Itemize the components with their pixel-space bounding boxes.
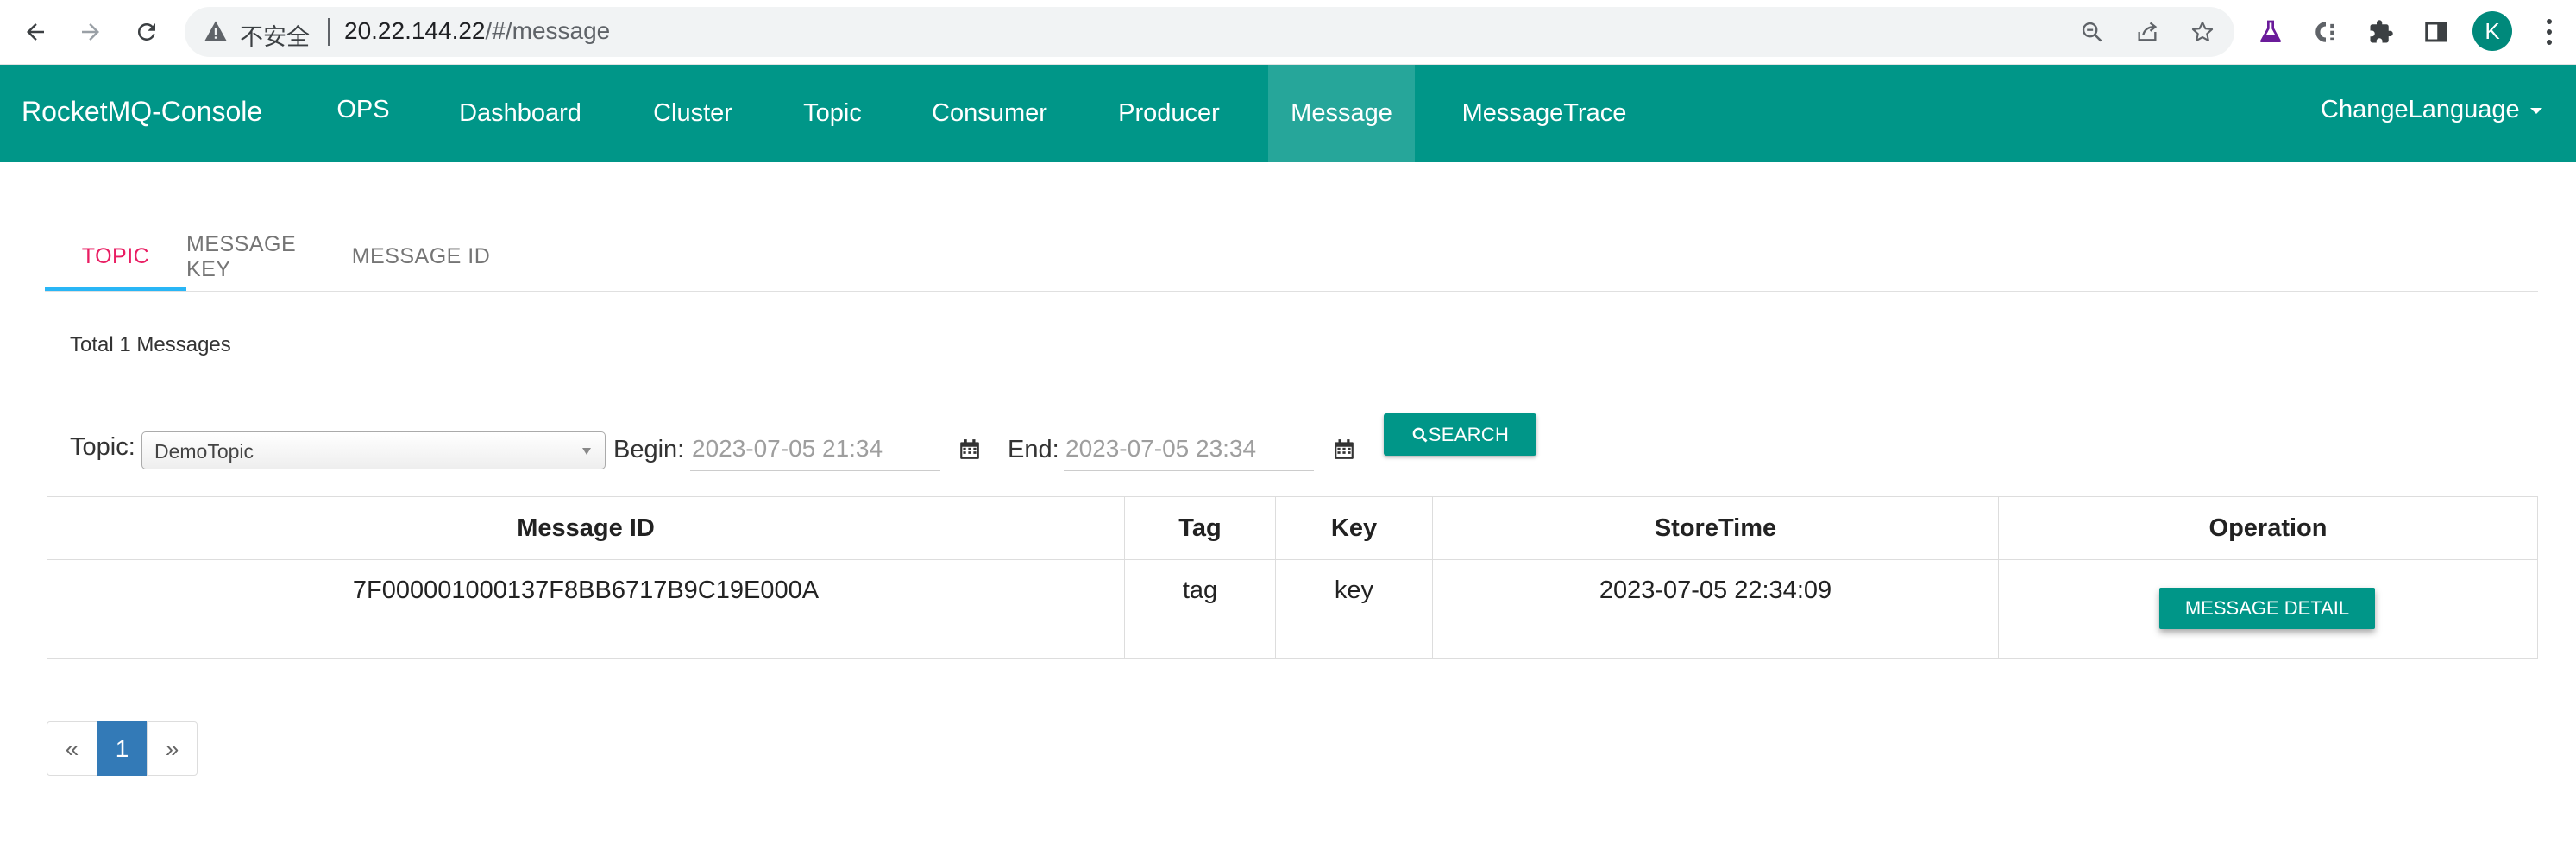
caret-down-icon [2529, 107, 2542, 114]
topic-label: Topic: [70, 433, 135, 461]
extension-c-icon[interactable] [2308, 14, 2344, 50]
nav-producer[interactable]: Producer [1097, 65, 1241, 162]
begin-calendar-icon[interactable] [958, 438, 981, 461]
message-table: Message ID Tag Key StoreTime Operation 7… [47, 496, 2538, 659]
topic-select-value: DemoTopic [154, 440, 254, 463]
end-calendar-icon[interactable] [1333, 438, 1355, 461]
pagination-prev[interactable]: « [47, 721, 97, 776]
active-tab-indicator [45, 287, 186, 291]
col-header-message-id: Message ID [517, 513, 655, 542]
cell-tag: tag [1182, 576, 1218, 604]
nav-ops[interactable]: OPS [312, 65, 414, 155]
back-icon[interactable] [16, 12, 55, 52]
browser-menu-icon[interactable] [2535, 14, 2564, 50]
cell-storetime: 2023-07-05 22:34:09 [1599, 576, 1832, 604]
message-detail-button[interactable]: MESSAGE DETAIL [2159, 588, 2375, 629]
nav-consumer[interactable]: Consumer [908, 65, 1071, 162]
col-header-storetime: StoreTime [1654, 513, 1777, 542]
url-text[interactable]: 20.22.144.22/#/message [344, 17, 610, 45]
begin-label: Begin: [613, 436, 685, 463]
address-separator [328, 18, 330, 46]
search-icon [1412, 427, 1428, 443]
brand-logo[interactable]: RocketMQ-Console [22, 96, 262, 128]
bookmark-star-icon[interactable] [2186, 16, 2219, 48]
profile-avatar[interactable]: K [2472, 11, 2512, 51]
end-label: End: [1008, 436, 1059, 463]
cell-key: key [1334, 576, 1374, 604]
change-language-dropdown[interactable]: ChangeLanguage [2321, 96, 2542, 124]
nav-cluster[interactable]: Cluster [628, 65, 757, 162]
browser-toolbar: 不安全 20.22.144.22/#/message K [0, 0, 2576, 65]
topic-select[interactable]: DemoTopic [141, 431, 606, 469]
change-language-label: ChangeLanguage [2321, 96, 2520, 123]
side-panel-icon[interactable] [2418, 14, 2454, 50]
column-divider [1998, 497, 1999, 658]
zoom-icon[interactable] [2076, 16, 2108, 48]
url-host: 20.22.144.22 [344, 17, 486, 44]
pagination: « 1 » [47, 721, 198, 776]
pagination-page[interactable]: 1 [97, 721, 148, 776]
select-arrow-icon [582, 448, 591, 455]
cell-message-id: 7F000001000137F8BB6717B9C19E000A [352, 576, 820, 604]
col-header-key: Key [1330, 513, 1378, 542]
pagination-next[interactable]: » [147, 721, 198, 776]
url-path: /#/message [485, 17, 611, 44]
tab-topic[interactable]: TOPIC [45, 223, 186, 291]
tab-message-id[interactable]: MESSAGE ID [333, 223, 509, 291]
col-header-tag: Tag [1178, 513, 1222, 542]
begin-date-input[interactable] [690, 426, 940, 471]
search-mode-tabs: TOPIC MESSAGE KEY MESSAGE ID [45, 223, 2538, 292]
labs-flask-icon[interactable] [2252, 14, 2289, 50]
nav-topic[interactable]: Topic [783, 65, 882, 162]
insecure-label[interactable]: 不安全 [240, 18, 310, 52]
nav-dashboard[interactable]: Dashboard [438, 65, 602, 162]
nav-messagetrace[interactable]: MessageTrace [1441, 65, 1648, 162]
address-bar[interactable]: 不安全 20.22.144.22/#/message [185, 7, 2234, 57]
forward-icon[interactable] [71, 12, 110, 52]
reload-icon[interactable] [127, 12, 166, 52]
col-header-operation: Operation [2208, 513, 2328, 542]
total-messages-text: Total 1 Messages [70, 333, 231, 356]
search-button-label: SEARCH [1428, 423, 1510, 445]
extensions-puzzle-icon[interactable] [2363, 14, 2399, 50]
tab-message-key[interactable]: MESSAGE KEY [186, 223, 333, 291]
search-button[interactable]: SEARCH [1384, 413, 1536, 456]
nav-message[interactable]: Message [1268, 65, 1415, 162]
warning-icon[interactable] [204, 20, 228, 47]
share-icon[interactable] [2131, 16, 2164, 48]
app-navbar: RocketMQ-Console OPS Dashboard Cluster T… [0, 65, 2576, 162]
end-date-input[interactable] [1064, 426, 1314, 471]
